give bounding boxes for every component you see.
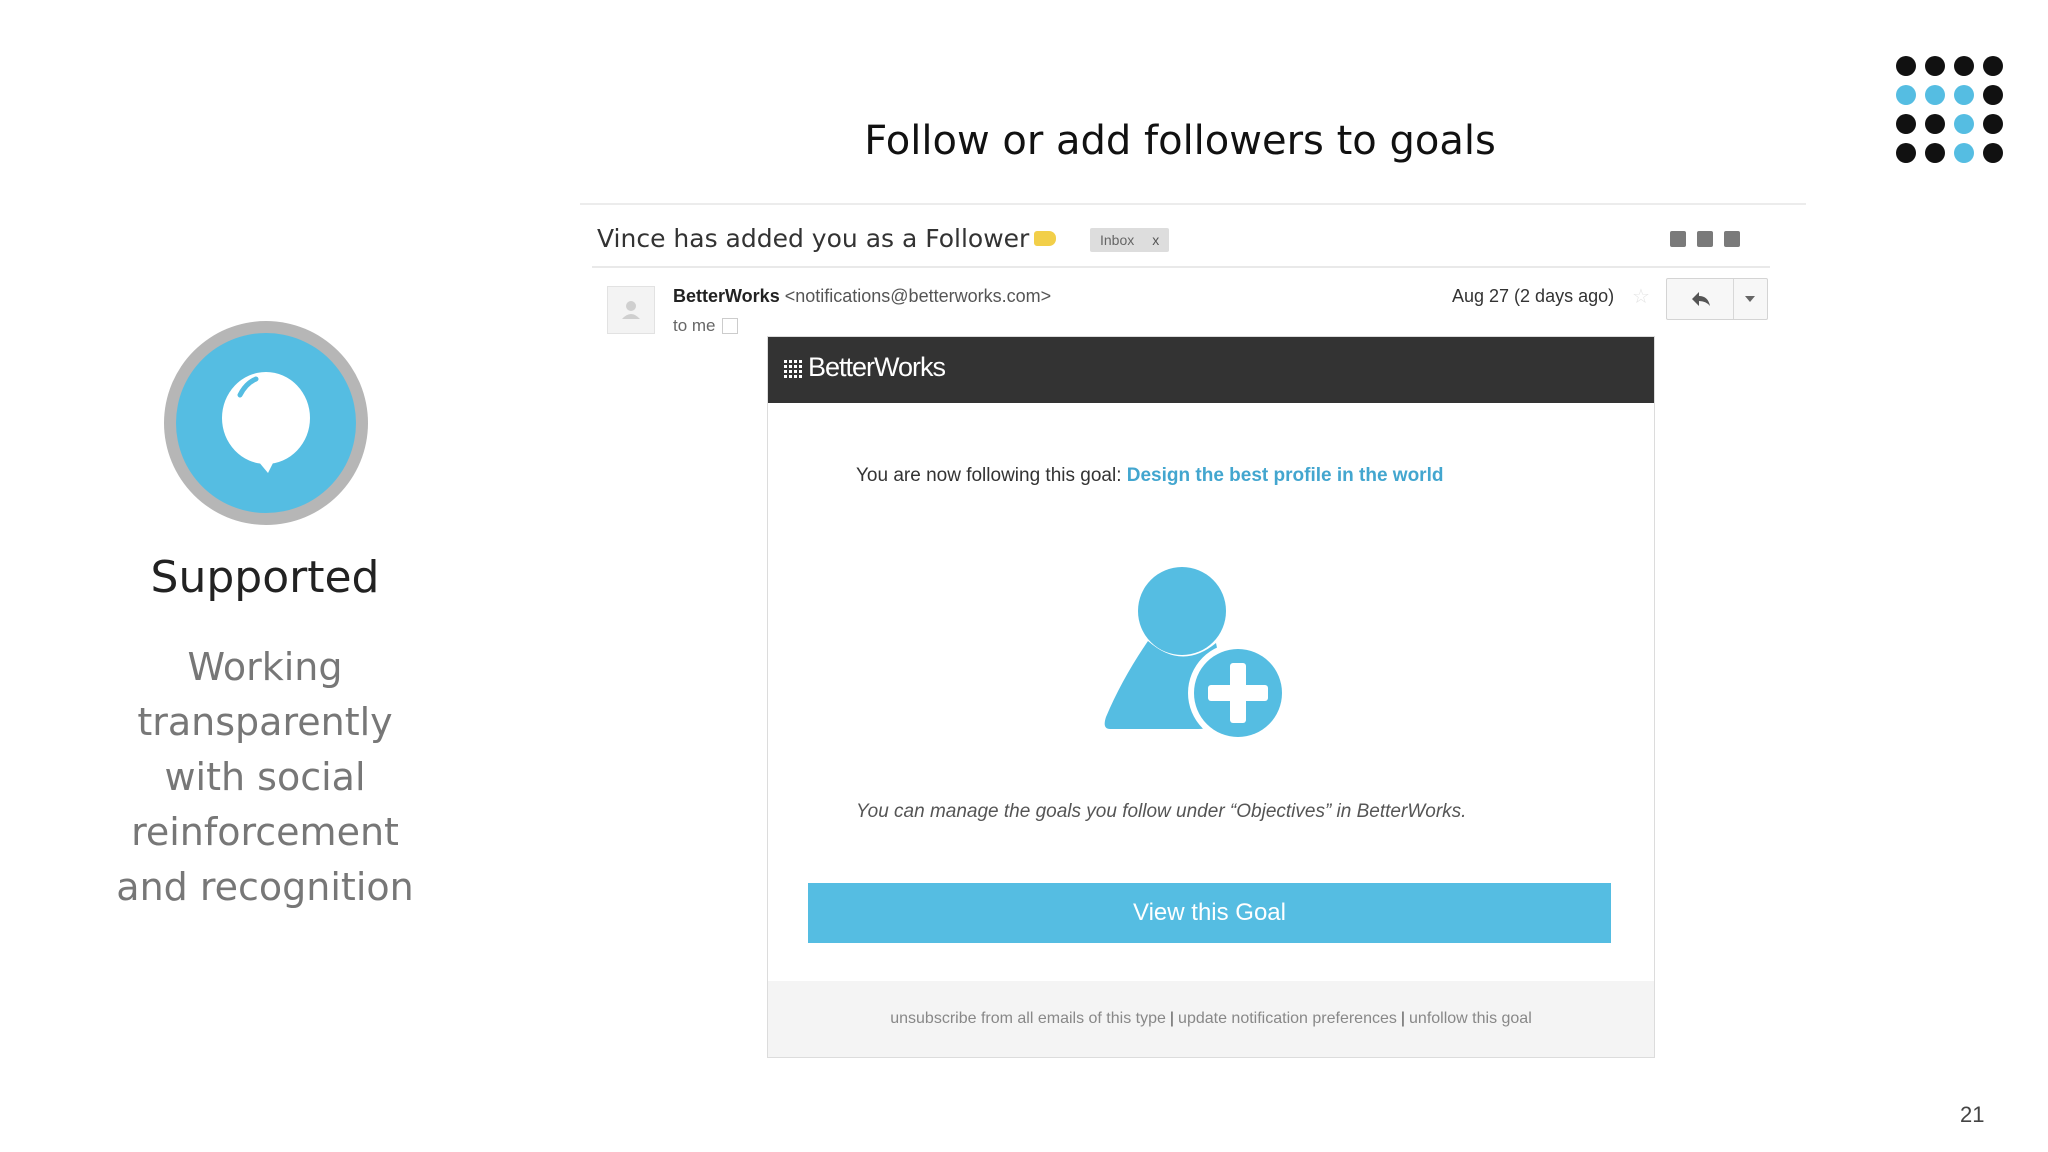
brand-header: BetterWorks [768, 337, 1654, 403]
remove-label-button[interactable]: x [1152, 232, 1159, 248]
logo-dot [1925, 143, 1945, 163]
inbox-label: Inbox [1100, 232, 1135, 248]
balloon-icon [222, 372, 310, 473]
logo-dot [1983, 56, 2003, 76]
inbox-label-chip[interactable]: Inbox x [1090, 228, 1170, 252]
logo-dot [1896, 114, 1916, 134]
badge-description: Working transparently with social reinfo… [116, 645, 414, 909]
logo-dot [1983, 85, 2003, 105]
recipient-line: to me [673, 316, 738, 336]
reply-button-group [1666, 278, 1768, 320]
logo-dot [1896, 56, 1916, 76]
unsubscribe-link[interactable]: unsubscribe from all emails of this type [890, 1010, 1166, 1027]
mail-divider [592, 266, 1770, 268]
brand-name: BetterWorks [808, 352, 946, 382]
archive-icon[interactable] [1670, 231, 1686, 247]
add-follower-icon [1104, 567, 1288, 743]
logo-dot [1954, 114, 1974, 134]
sender-email: <notifications@betterworks.com> [784, 286, 1052, 306]
new-window-icon[interactable] [1724, 231, 1740, 247]
notification-preferences-link[interactable]: update notification preferences [1178, 1010, 1397, 1027]
logo-dot [1925, 85, 1945, 105]
print-icon[interactable] [1697, 231, 1713, 247]
dot-grid-logo [1896, 56, 2012, 166]
follow-message: You are now following this goal: Design … [856, 465, 1443, 487]
logo-dot [1896, 143, 1916, 163]
recipient-label: to me [673, 316, 716, 335]
follow-prefix: You are now following this goal: [856, 465, 1122, 486]
logo-dot [1925, 56, 1945, 76]
importance-marker-icon[interactable] [1034, 231, 1056, 246]
logo-dot [1925, 114, 1945, 134]
email-date: Aug 27 (2 days ago) [1452, 286, 1615, 306]
manage-note: You can manage the goals you follow unde… [856, 801, 1467, 822]
logo-dot [1896, 85, 1916, 105]
reply-icon[interactable] [1689, 289, 1713, 309]
view-goal-button[interactable]: View this Goal [808, 883, 1611, 943]
brand-grid-icon [784, 359, 802, 378]
star-icon[interactable]: ☆ [1632, 284, 1650, 309]
email-subject: Vince has added you as a Follower [597, 224, 1030, 253]
logo-dot [1983, 143, 2003, 163]
slide-title: Follow or add followers to goals [864, 118, 1496, 164]
badge-title: Supported [150, 552, 380, 603]
email-body-card: BetterWorks You are now following this g… [767, 336, 1655, 1058]
page-number: 21 [1960, 1102, 1985, 1127]
details-dropdown-icon[interactable] [721, 317, 738, 334]
logo-dot [1954, 85, 1974, 105]
sender-avatar [607, 286, 655, 334]
sender-line: BetterWorks <notifications@betterworks.c… [673, 286, 1051, 307]
goal-link[interactable]: Design the best profile in the world [1127, 465, 1444, 486]
person-placeholder-icon [622, 301, 640, 319]
brand-logo: BetterWorks [784, 352, 946, 383]
logo-dot [1954, 143, 1974, 163]
supported-badge [164, 321, 368, 525]
more-options-icon[interactable] [1743, 294, 1757, 304]
unfollow-goal-link[interactable]: unfollow this goal [1409, 1010, 1532, 1027]
logo-dot [1983, 114, 2003, 134]
mail-toolbar [1664, 228, 1744, 252]
mail-top-rule [580, 203, 1806, 205]
logo-dot [1954, 56, 1974, 76]
sender-name: BetterWorks [673, 286, 780, 306]
email-footer: unsubscribe from all emails of this type… [768, 981, 1654, 1057]
